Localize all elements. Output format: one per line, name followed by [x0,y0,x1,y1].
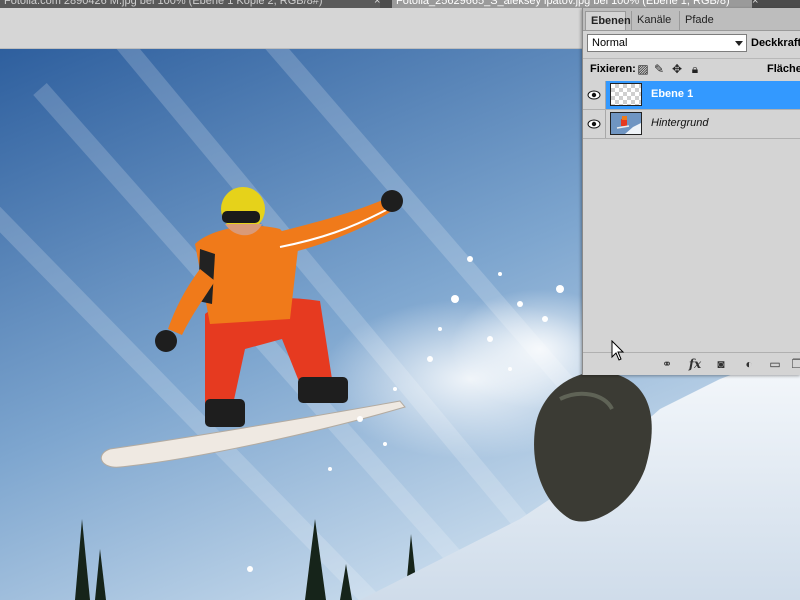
lock-pixels-brush-icon[interactable]: ✎ [652,62,666,76]
layer-name: Ebene 1 [651,88,694,100]
panel-tab-bar: Ebenen Kanäle Pfade [583,8,800,31]
fill-label: Fläche: [767,63,800,75]
lock-all-icon[interactable]: 🔒︎ [688,62,702,76]
fx-icon[interactable]: fx [687,357,703,371]
folder-icon[interactable]: ▭ [767,357,783,371]
mask-icon[interactable]: ◙ [713,357,729,371]
blend-row: Normal Deckkraft: [583,32,800,56]
document-tab-active[interactable]: Fotolia_25629665_S_aleksey ipatov.jpg be… [392,0,752,8]
lock-position-move-icon[interactable]: ✥ [670,62,684,76]
document-tab-strip: Fotolia.com 2890426 M.jpg bei 100% (Eben… [0,0,800,8]
lock-row: Fixieren: ▨ ✎ ✥ 🔒︎ Fläche: [583,58,800,82]
tab-pfade[interactable]: Pfade [679,11,717,30]
layer-row-hintergrund[interactable]: Hintergrund [583,110,800,139]
link-icon[interactable]: ⚭ [659,357,675,371]
layer-thumbnail [610,112,642,135]
new-layer-icon[interactable]: ❐ [789,357,800,371]
close-icon[interactable]: × [752,0,758,7]
visibility-eye-icon[interactable] [583,110,606,138]
visibility-eye-icon[interactable] [583,81,606,109]
tab-ebenen[interactable]: Ebenen [585,11,631,30]
layer-thumbnail [610,83,642,106]
layer-name: Hintergrund [651,117,709,129]
lock-transparency-icon[interactable]: ▨ [636,62,650,76]
layers-panel: Ebenen Kanäle Pfade Normal Deckkraft: Fi… [582,8,800,375]
blend-mode-value: Normal [592,37,628,49]
layers-list: Ebene 1 Hintergrund [583,81,800,349]
lock-label: Fixieren: [590,63,636,75]
blend-mode-select[interactable]: Normal [587,34,747,52]
adjustment-icon[interactable]: ◐ [741,357,757,371]
opacity-label: Deckkraft: [751,37,800,49]
tab-kanaele[interactable]: Kanäle [631,11,675,30]
mouse-cursor-icon [611,340,625,361]
chevron-down-icon [735,41,743,46]
layer-row-ebene-1[interactable]: Ebene 1 [583,81,800,110]
document-tab[interactable]: Fotolia.com 2890426 M.jpg bei 100% (Eben… [0,0,380,8]
close-icon[interactable]: × [374,0,380,7]
